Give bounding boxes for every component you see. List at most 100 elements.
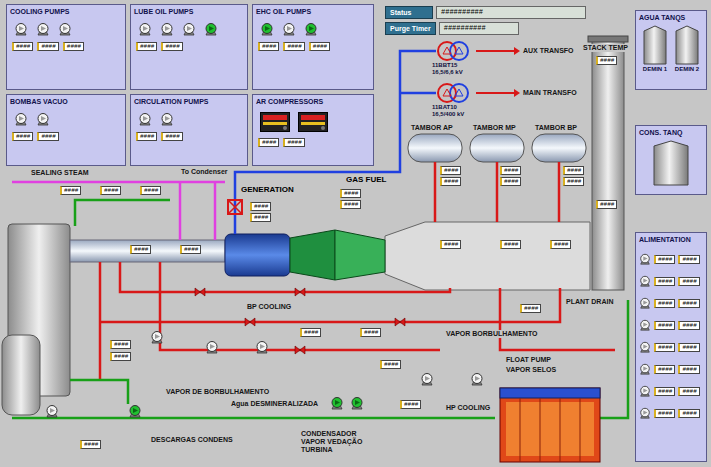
pipe <box>100 288 560 322</box>
diagram-label: Agua DESMINERALIZADA <box>230 400 319 408</box>
feed-row: ######## <box>639 319 703 331</box>
plant-canvas: COOLING PUMPS############ LUBE OIL PUMPS #… <box>0 0 632 467</box>
readout: #### <box>500 177 521 186</box>
compressor-icon[interactable] <box>298 112 328 132</box>
steam-header <box>70 240 225 262</box>
pump-icon[interactable] <box>138 22 152 36</box>
readout-row: ######## <box>10 132 122 141</box>
pump-icon[interactable] <box>304 22 318 36</box>
readout: #### <box>37 132 58 141</box>
pump-icon[interactable] <box>128 404 142 418</box>
tank-caption: DEMIN 2 <box>675 66 699 73</box>
pump-icon[interactable] <box>639 341 651 353</box>
compressor-icon[interactable] <box>260 112 290 132</box>
pump-icon[interactable] <box>350 396 364 410</box>
feed-row: ######## <box>639 253 703 265</box>
diagram-label: TAMBOR MP <box>472 124 517 132</box>
pipe <box>500 288 615 350</box>
pump-icon[interactable] <box>160 112 174 126</box>
pump-icon[interactable] <box>58 22 72 36</box>
pipe <box>12 181 225 184</box>
pump-icon[interactable] <box>639 297 651 309</box>
arrow-icon <box>514 89 520 97</box>
pump[interactable] <box>150 330 164 344</box>
pump[interactable] <box>330 396 344 410</box>
pump-icon[interactable] <box>260 22 274 36</box>
pump[interactable] <box>128 404 142 418</box>
pump-icon[interactable] <box>14 112 28 126</box>
stack-cap <box>588 36 628 42</box>
breaker-icon[interactable] <box>228 200 242 214</box>
panel-title: EHC OIL PUMPS <box>256 7 370 16</box>
pump-icon[interactable] <box>639 275 651 287</box>
pump[interactable] <box>420 372 434 386</box>
readout: #### <box>110 340 131 349</box>
pipe <box>600 300 628 418</box>
readout: #### <box>654 277 675 286</box>
pump-icon[interactable] <box>639 385 651 397</box>
pump[interactable] <box>350 396 364 410</box>
valve-icon[interactable] <box>295 288 305 296</box>
panel-title: CONS. TANQ <box>639 128 703 137</box>
panel-title: LUBE OIL PUMPS <box>134 7 244 16</box>
pump[interactable] <box>205 340 219 354</box>
readout: #### <box>37 42 58 51</box>
tank: DEMIN 2 <box>675 25 699 73</box>
pump-icon[interactable] <box>45 404 59 418</box>
pump-icon[interactable] <box>14 22 28 36</box>
pipe <box>12 417 495 420</box>
pump-icon[interactable] <box>204 22 218 36</box>
transformer[interactable]: 11BAT1016,5/400 kV <box>432 82 476 118</box>
diagram-label: VAPOR BORBULHAMENTO <box>445 330 539 338</box>
pump-icon[interactable] <box>639 319 651 331</box>
readout: #### <box>550 240 571 249</box>
burner <box>500 388 600 462</box>
panel-title: AR COMPRESSORS <box>256 97 370 106</box>
readout: #### <box>440 166 461 175</box>
pump[interactable] <box>45 404 59 418</box>
pump-icon[interactable] <box>138 112 152 126</box>
feed-row: ######## <box>639 385 703 397</box>
tank-icon <box>643 25 667 65</box>
readout: #### <box>678 277 699 286</box>
readout: #### <box>161 132 182 141</box>
pump-icon[interactable] <box>182 22 196 36</box>
equipment-panel: BOMBAS VACUO######## <box>6 94 126 166</box>
pump-icon[interactable] <box>160 22 174 36</box>
readout: #### <box>654 255 675 264</box>
diagram-label: STACK TEMP <box>582 44 629 52</box>
pump-icon[interactable] <box>420 372 434 386</box>
readout: #### <box>258 138 279 147</box>
readout: #### <box>283 42 304 51</box>
pump[interactable] <box>470 372 484 386</box>
transformer-name: 11BAT10 <box>432 104 457 111</box>
readout: #### <box>654 387 675 396</box>
arrow-icon <box>514 47 520 55</box>
pump-icon[interactable] <box>639 253 651 265</box>
pump[interactable] <box>255 340 269 354</box>
pump-icon[interactable] <box>150 330 164 344</box>
pump-icon[interactable] <box>36 22 50 36</box>
transformer-feed: MAIN TRANSFO <box>522 89 578 97</box>
valve-icon[interactable] <box>295 346 305 354</box>
valve-icon[interactable] <box>395 318 405 326</box>
readout: #### <box>136 42 157 51</box>
condensate-tank <box>2 335 40 415</box>
pump-icon[interactable] <box>205 340 219 354</box>
equipment-panel: COOLING PUMPS############ <box>6 4 126 90</box>
valve-icon[interactable] <box>245 318 255 326</box>
pump-icon[interactable] <box>255 340 269 354</box>
readout-row: ############ <box>10 42 122 51</box>
equipment-panel: EHC OIL PUMPS############ <box>252 4 374 90</box>
diagram-label: HP COOLING <box>445 404 491 412</box>
pump-icon[interactable] <box>470 372 484 386</box>
pump-icon[interactable] <box>639 407 651 419</box>
tank-icon <box>653 140 689 186</box>
readout: #### <box>440 177 461 186</box>
valve-icon[interactable] <box>195 288 205 296</box>
transformer[interactable]: 11BBT1516,5/6,6 kV <box>432 40 476 76</box>
pump-icon[interactable] <box>639 363 651 375</box>
pump-icon[interactable] <box>282 22 296 36</box>
pump-icon[interactable] <box>36 112 50 126</box>
pump-icon[interactable] <box>330 396 344 410</box>
